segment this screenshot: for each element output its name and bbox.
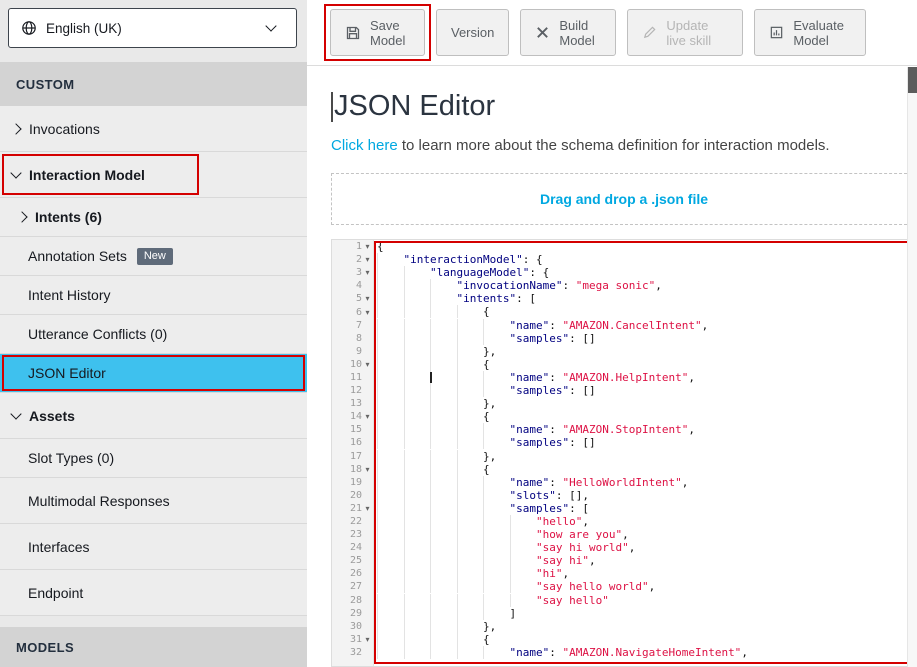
main-panel: Save Model Version Build Model Update li…: [307, 0, 917, 667]
sidebar-item-invocations[interactable]: Invocations: [0, 106, 307, 152]
button-label: Save Model: [370, 18, 410, 48]
sidebar: English (UK) CUSTOM Invocations Interact…: [0, 0, 307, 667]
sidebar-item-label: Annotation Sets: [28, 248, 127, 264]
button-label: Evaluate Model: [793, 18, 851, 48]
sidebar-item-label: Assets: [29, 408, 75, 424]
chevron-right-icon: [10, 123, 21, 134]
sidebar-item-label: JSON Editor: [28, 365, 106, 381]
sidebar-item-multimodal-responses[interactable]: Multimodal Responses: [0, 478, 307, 524]
sidebar-item-label: Slot Types (0): [28, 450, 114, 466]
help-text: Click here to learn more about the schem…: [331, 137, 917, 154]
sidebar-item-label: Endpoint: [28, 585, 83, 601]
sidebar-item-intent-history[interactable]: Intent History: [0, 276, 307, 315]
chevron-right-icon: [16, 211, 27, 222]
sidebar-item-assets[interactable]: Assets: [0, 393, 307, 439]
update-icon: [642, 25, 657, 40]
sidebar-item-label: Multimodal Responses: [28, 493, 170, 509]
save-icon: [345, 25, 361, 41]
sidebar-item-interfaces[interactable]: Interfaces: [0, 524, 307, 570]
help-link[interactable]: Click here: [331, 137, 398, 154]
json-dropzone[interactable]: Drag and drop a .json file: [331, 173, 917, 225]
sidebar-item-intents[interactable]: Intents (6): [0, 198, 307, 237]
toolbar: Save Model Version Build Model Update li…: [307, 0, 917, 66]
sidebar-item-label: Intent History: [28, 287, 110, 303]
editor-code[interactable]: { "interactionModel": { "languageModel":…: [374, 240, 917, 666]
scrollbar-thumb[interactable]: [908, 67, 917, 93]
chevron-down-icon: [267, 26, 284, 30]
build-icon: [535, 25, 550, 40]
new-badge: New: [137, 248, 173, 265]
editor-gutter: 1▾2▾3▾45▾6▾78910▾11121314▾15161718▾19202…: [332, 240, 374, 666]
globe-icon: [21, 20, 37, 36]
sidebar-item-label: Interaction Model: [29, 167, 145, 183]
sidebar-item-endpoint[interactable]: Endpoint: [0, 570, 307, 616]
build-model-button[interactable]: Build Model: [520, 9, 616, 56]
update-live-skill-button[interactable]: Update live skill: [627, 9, 743, 56]
chevron-down-icon: [10, 408, 21, 419]
sidebar-item-interaction-model[interactable]: Interaction Model: [0, 152, 307, 198]
help-text-rest: to learn more about the schema definitio…: [398, 137, 830, 154]
sidebar-item-label: Utterance Conflicts (0): [28, 326, 167, 342]
evaluate-icon: [769, 25, 784, 40]
language-selector-value: English (UK): [46, 21, 122, 36]
language-selector[interactable]: English (UK): [8, 8, 297, 48]
button-label: Update live skill: [666, 18, 728, 48]
sidebar-item-annotation-sets[interactable]: Annotation Sets New: [0, 237, 307, 276]
app-window: English (UK) CUSTOM Invocations Interact…: [0, 0, 917, 667]
sidebar-item-label: Interfaces: [28, 539, 89, 555]
content-area: JSON Editor Click here to learn more abo…: [307, 66, 917, 667]
sidebar-item-utterance-conflicts[interactable]: Utterance Conflicts (0): [0, 315, 307, 354]
page-title-text: JSON Editor: [334, 90, 495, 123]
evaluate-model-button[interactable]: Evaluate Model: [754, 9, 866, 56]
chevron-down-icon: [10, 167, 21, 178]
page-scrollbar[interactable]: [907, 67, 917, 667]
text-cursor: [331, 92, 333, 122]
button-label: Version: [451, 25, 494, 40]
custom-section-header: CUSTOM: [0, 62, 307, 106]
sidebar-item-label: Invocations: [29, 121, 100, 137]
sidebar-nav: Invocations Interaction Model Intents (6…: [0, 106, 307, 616]
json-code-editor[interactable]: 1▾2▾3▾45▾6▾78910▾11121314▾15161718▾19202…: [331, 239, 917, 667]
sidebar-item-label: Intents (6): [35, 209, 102, 225]
version-button[interactable]: Version: [436, 9, 509, 56]
sidebar-item-json-editor[interactable]: JSON Editor: [0, 354, 307, 393]
save-model-button[interactable]: Save Model: [330, 9, 425, 56]
button-label: Build Model: [559, 18, 601, 48]
sidebar-item-slot-types[interactable]: Slot Types (0): [0, 439, 307, 478]
dropzone-label: Drag and drop a .json file: [540, 191, 708, 207]
models-section-header: MODELS: [0, 627, 307, 667]
page-title: JSON Editor: [331, 90, 917, 123]
